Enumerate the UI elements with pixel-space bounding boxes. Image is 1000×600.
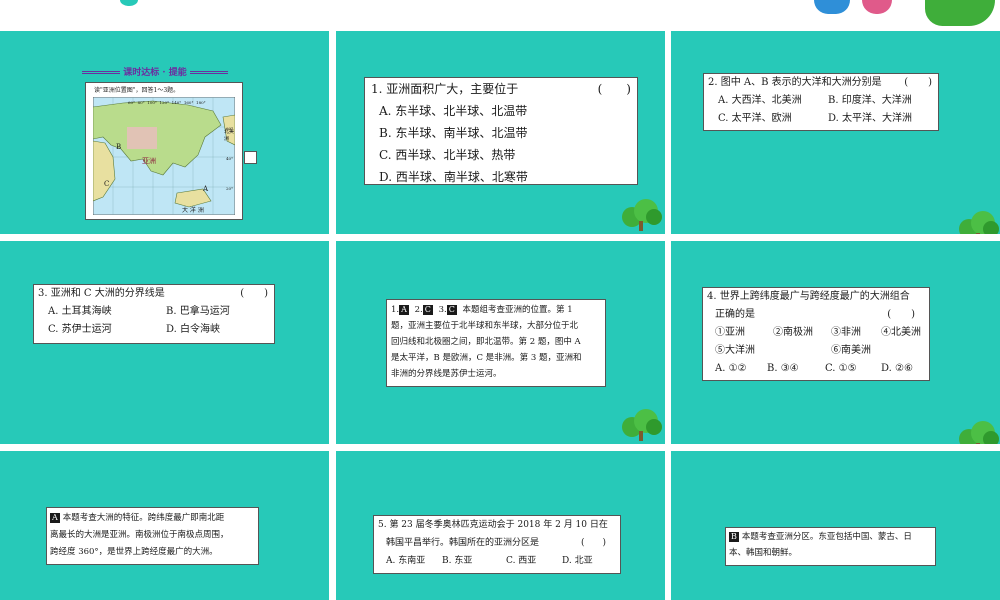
question-4-text-2: 正确的是 [715,309,755,320]
question-2-text: 2. 图中 A、B 表示的大洋和大洲分别是 [708,77,882,88]
option-d: D. ②⑥ [881,363,913,374]
slide-heading: 课时达标 · 提能 [75,65,235,78]
option-a: A. 东南亚 [386,556,426,566]
question-4-text: 4. 世界上跨纬度最广与跨经度最广的大洲组合 [707,291,910,302]
item-5: ⑤大洋洲 [715,345,755,356]
slide-6: 4. 世界上跨纬度最广与跨经度最广的大洲组合 正确的是 ( ) ①亚洲 ②南极洲… [671,241,1000,444]
map-lat-label-60: 60° [226,126,234,131]
item-4: ④北美洲 [881,327,921,338]
map-instruction: 读"亚洲位置图"，回答1～3题。 [94,87,180,94]
decor-blob [120,0,138,6]
top-banner [0,0,1000,28]
option-a: A. 土耳其海峡 [48,306,112,317]
map-label-b: B [116,143,122,151]
answer-paren: ( ) [597,82,631,96]
answer-line-2: 题，亚洲主要位于北半球和东半球，大部分位于北 [391,321,579,331]
option-a: A. 大西洋、北美洲 [718,95,802,106]
answer-line-4: 是太平洋，B 是欧洲，C 是非洲。第 3 题，亚洲和 [391,353,582,363]
option-c: C. ①⑤ [825,363,857,374]
item-1: ①亚洲 [715,327,745,338]
tree-icon [959,209,999,234]
answer-paren: ( ) [887,309,915,320]
answer-paren: ( ) [580,538,606,548]
option-b: B. 东半球、南半球、北温带 [379,126,528,140]
answer-badge-3: C [446,305,457,315]
question-1-text: 1. 亚洲面积广大，主要位于 [371,82,519,96]
answer-paren: ( ) [240,288,268,299]
map-label-a: A [203,185,209,193]
asia-map [93,97,235,215]
slide-9: B 本题考查亚洲分区。东亚包括中国、蒙古、日 本、韩国和朝鲜。 [671,451,1000,600]
option-d: D. 白令海峡 [166,324,221,335]
slide-3: 2. 图中 A、B 表示的大洋和大洲分别是 ( ) A. 大西洋、北美洲 B. … [671,31,1000,234]
item-3: ③非洲 [831,327,861,338]
map-lat-label-40: 40° [226,156,234,161]
answer-4-card: A 本题考查大洲的特征。跨纬度最广即南北距 离最长的大洲是亚洲。南极洲位于南极点周… [46,507,259,565]
answer-line-2: 离最长的大洲是亚洲。南极洲位于南极点周围， [50,530,229,540]
tree-icon [622,407,662,441]
option-c: C. 西半球、北半球、热带 [379,148,516,162]
map-lon-labels: 60° 80° 100° 120° 140° 160° 180° [128,100,206,105]
answer-line-3: 跨经度 360°，是世界上跨经度最广的大洲。 [50,547,218,557]
option-d: D. 西半球、南半球、北寒带 [379,170,528,184]
slide-1: 课时达标 · 提能 读"亚洲位置图"，回答1～3题。 B C A 亚洲 大 洋 … [0,31,329,234]
question-5-card: 5. 第 23 届冬季奥林匹克运动会于 2018 年 2 月 10 日在 韩国平… [373,515,621,574]
option-c: C. 太平洋、欧洲 [718,113,792,124]
question-5-text-2: 韩国平昌举行。韩国所在的亚洲分区是 [386,538,540,548]
answer-badge: B [729,532,739,542]
option-d: D. 太平洋、大洋洲 [828,113,913,124]
option-c: C. 苏伊士运河 [48,324,112,335]
slide-5: 1. A 2. C 3. C 本题组考查亚洲的位置。第 1 题，亚洲主要位于北半球和东… [336,241,665,444]
map-label-c: C [104,180,110,188]
answer-badge: A [50,513,60,523]
answer-line-1: B 本题考查亚洲分区。东亚包括中国、蒙古、日 [729,532,912,542]
answer-badge-2: C [422,305,433,315]
small-square [244,151,257,164]
answer-line-2: 本、韩国和朝鲜。 [729,548,798,558]
slide-8: 5. 第 23 届冬季奥林匹克运动会于 2018 年 2 月 10 日在 韩国平… [336,451,665,600]
answer-line-1: A 本题考查大洲的特征。跨纬度最广即南北距 [50,513,225,523]
option-d: D. 北亚 [562,556,593,566]
question-5-text: 5. 第 23 届冬季奥林匹克运动会于 2018 年 2 月 10 日在 [378,520,608,530]
answer-1-3-card: 1. A 2. C 3. C 本题组考查亚洲的位置。第 1 题，亚洲主要位于北半球和东… [386,299,606,387]
option-b: B. ③④ [767,363,799,374]
slide-2: 1. 亚洲面积广大，主要位于 ( ) A. 东半球、北半球、北温带 B. 东半球… [336,31,665,234]
map-lat-label-20: 20° [226,186,234,191]
question-3-card: 3. 亚洲和 C 大洲的分界线是 ( ) A. 土耳其海峡 B. 巴拿马运河 C… [33,284,275,344]
question-3-text: 3. 亚洲和 C 大洲的分界线是 [38,288,165,299]
slide-7: A 本题考查大洲的特征。跨纬度最广即南北距 离最长的大洲是亚洲。南极洲位于南极点周… [0,451,329,600]
decor-balloon-blue [814,0,850,14]
option-b: B. 巴拿马运河 [166,306,230,317]
map-ocean-label: 大 洋 洲 [182,207,204,214]
option-a: A. 东半球、北半球、北温带 [379,104,528,118]
answer-line-3: 回归线和北极圈之间，即北温带。第 2 题，图中 A [391,337,581,347]
answer-line-1: 1. A 2. C 3. C 本题组考查亚洲的位置。第 1 [391,305,573,315]
item-2: ②南极洲 [773,327,813,338]
map-card: 读"亚洲位置图"，回答1～3题。 B C A 亚洲 大 洋 洲 北美洲 60° … [85,82,243,220]
answer-line-5: 非洲的分界线是苏伊士运河。 [391,369,502,379]
item-6: ⑥南美洲 [831,345,871,356]
tree-icon [622,197,662,231]
question-2-card: 2. 图中 A、B 表示的大洋和大洲分别是 ( ) A. 大西洋、北美洲 B. … [703,73,939,131]
answer-paren: ( ) [904,77,932,88]
answer-badge-1: A [399,305,409,315]
option-b: B. 印度洋、大洋洲 [828,95,912,106]
answer-5-card: B 本题考查亚洲分区。东亚包括中国、蒙古、日 本、韩国和朝鲜。 [725,527,936,566]
question-1-card: 1. 亚洲面积广大，主要位于 ( ) A. 东半球、北半球、北温带 B. 东半球… [364,77,638,185]
decor-balloon-pink [862,0,892,14]
decor-tree-top [925,0,995,26]
option-c: C. 西亚 [506,556,537,566]
option-a: A. ①② [715,363,747,374]
slide-4: 3. 亚洲和 C 大洲的分界线是 ( ) A. 土耳其海峡 B. 巴拿马运河 C… [0,241,329,444]
question-4-card: 4. 世界上跨纬度最广与跨经度最广的大洲组合 正确的是 ( ) ①亚洲 ②南极洲… [702,287,930,381]
map-region-label: 亚洲 [142,157,156,165]
option-b: B. 东亚 [442,556,473,566]
tree-icon [959,419,999,444]
